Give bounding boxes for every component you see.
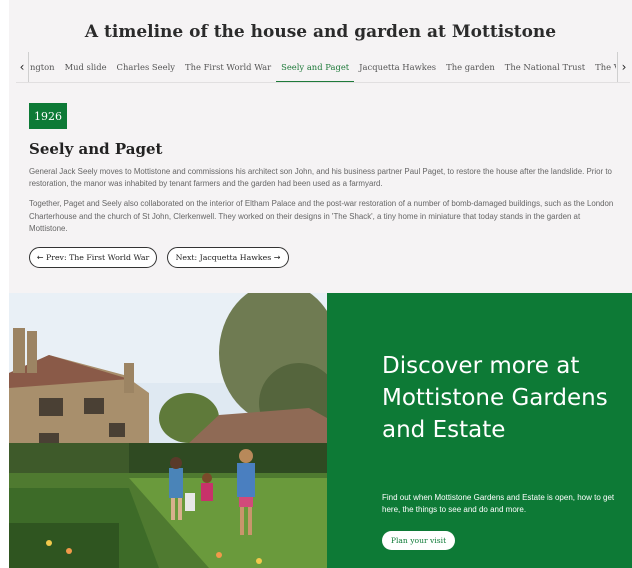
- tab-the-national-trust[interactable]: The National Trust: [500, 52, 590, 82]
- entry-title: Seely and Paget: [29, 140, 163, 158]
- tabs-divider: [16, 82, 630, 83]
- arrow-left-icon: ←: [36, 253, 44, 262]
- garden-photo-illustration: [9, 293, 327, 568]
- tabs-scroll-right-button[interactable]: ›: [617, 52, 630, 82]
- tab-the-first-world-war[interactable]: The First World War: [180, 52, 276, 82]
- arrow-right-icon: →: [273, 253, 281, 262]
- tab-the-garden[interactable]: The garden: [441, 52, 500, 82]
- next-entry-label: Next: Jacquetta Hawkes: [175, 253, 272, 262]
- tabs-track: ngton Mud slide Charles Seely The First Wor…: [30, 52, 616, 82]
- timeline-tabs: ‹ ngton Mud slide Charles Seely The First W…: [16, 52, 630, 82]
- discover-text: Find out when Mottistone Gardens and Est…: [382, 493, 615, 514]
- tab-the-victoria-cros[interactable]: The Victoria Cros: [590, 52, 616, 82]
- tab-jacquetta-hawkes[interactable]: Jacquetta Hawkes: [354, 52, 441, 82]
- discover-panel: Discover more at Mottistone Gardens and …: [327, 293, 632, 568]
- entry-paragraph: Together, Paget and Seely also collabora…: [29, 199, 614, 233]
- tab-seely-and-paget[interactable]: Seely and Paget: [276, 52, 355, 82]
- prev-entry-label: Prev: The First World War: [45, 253, 150, 262]
- tabs-scroll-left-button[interactable]: ‹: [16, 52, 29, 82]
- page: A timeline of the house and garden at Mo…: [0, 0, 632, 568]
- tab-ngton[interactable]: ngton: [30, 52, 60, 82]
- tabs-list: ngton Mud slide Charles Seely The First Wor…: [30, 52, 616, 82]
- timeline-heading: A timeline of the house and garden at Mo…: [84, 22, 557, 42]
- tab-mud-slide[interactable]: Mud slide: [60, 52, 112, 82]
- entry-body: General Jack Seely moves to Mottistone a…: [29, 166, 617, 243]
- next-entry-button[interactable]: Next: Jacquetta Hawkes →: [167, 247, 289, 268]
- discover-title: Discover more at Mottistone Gardens and …: [382, 353, 608, 443]
- prev-entry-button[interactable]: ← Prev: The First World War: [29, 247, 157, 268]
- garden-photo: [9, 293, 327, 568]
- plan-your-visit-button[interactable]: Plan your visit: [382, 531, 455, 550]
- tab-charles-seely[interactable]: Charles Seely: [112, 52, 180, 82]
- year-badge: 1926: [29, 103, 67, 129]
- entry-paragraph: General Jack Seely moves to Mottistone a…: [29, 167, 612, 189]
